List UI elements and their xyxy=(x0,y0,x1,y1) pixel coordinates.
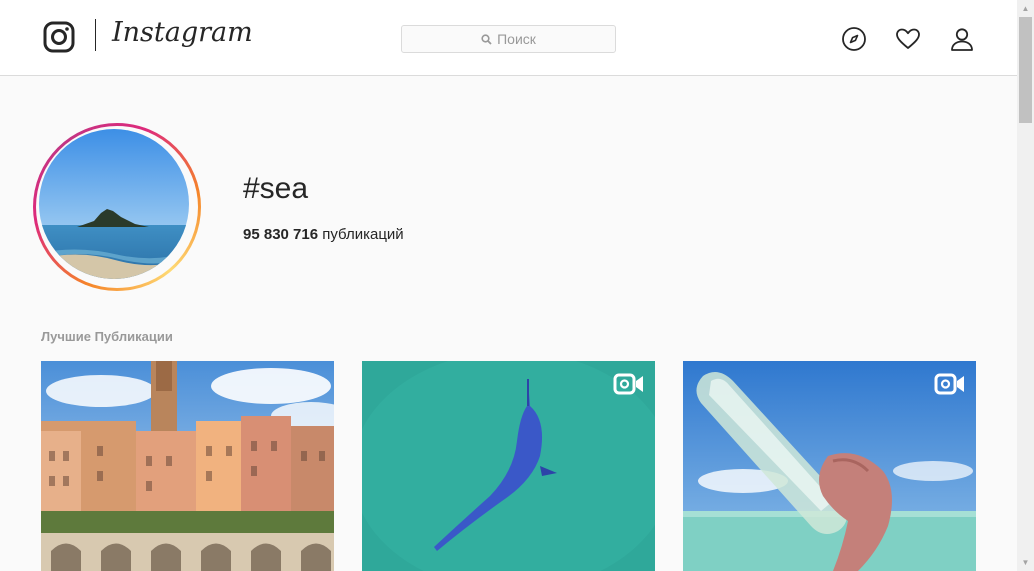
post-count: 95 830 716 публикаций xyxy=(243,226,404,243)
search-input[interactable]: Поиск xyxy=(401,25,616,53)
user-icon[interactable] xyxy=(949,26,975,52)
top-posts-heading: Лучшие Публикации xyxy=(41,329,173,344)
compass-icon[interactable] xyxy=(841,26,867,52)
scroll-up-arrow-icon[interactable]: ▲ xyxy=(1017,0,1034,17)
scroll-down-arrow-icon[interactable]: ▼ xyxy=(1017,554,1034,571)
instagram-camera-icon[interactable] xyxy=(43,21,75,53)
scroll-thumb[interactable] xyxy=(1019,17,1032,123)
hashtag-avatar xyxy=(33,123,201,291)
search-icon xyxy=(481,33,492,45)
post-count-number: 95 830 716 xyxy=(243,226,319,243)
post-tile[interactable] xyxy=(683,361,976,571)
heart-icon[interactable] xyxy=(895,26,921,52)
post-count-label: публикаций xyxy=(322,226,404,243)
logo-divider xyxy=(95,19,96,51)
video-camera-icon xyxy=(613,373,645,395)
hashtag-avatar-image xyxy=(39,129,189,279)
vertical-scrollbar[interactable]: ▲ ▼ xyxy=(1017,0,1034,571)
instagram-wordmark[interactable]: Instagram xyxy=(112,17,253,48)
hashtag-title: #sea xyxy=(243,172,309,205)
post-tile[interactable] xyxy=(41,361,334,571)
search-placeholder: Поиск xyxy=(497,31,536,47)
video-camera-icon xyxy=(934,373,966,395)
post-tile[interactable] xyxy=(362,361,655,571)
top-nav: Instagram Поиск xyxy=(0,0,1017,76)
